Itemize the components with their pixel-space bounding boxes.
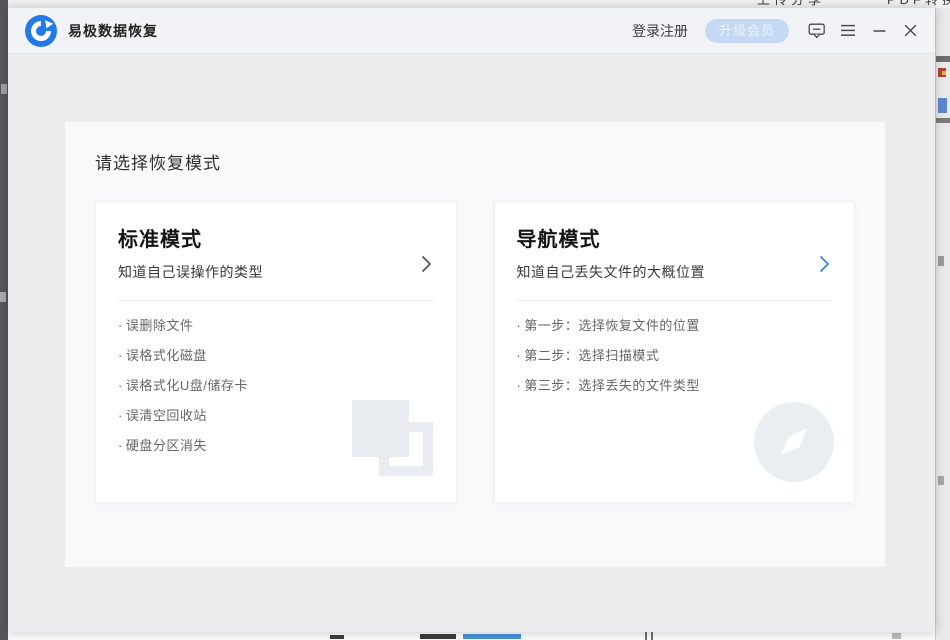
list-item: 误格式化磁盘 [118, 347, 434, 364]
background-fragment: 上传分享 [757, 0, 841, 8]
background-fragment: PDF转换王 [887, 0, 950, 8]
hamburger-menu-icon [840, 24, 856, 37]
card-title: 导航模式 [517, 223, 799, 252]
background-window-right-sliver [935, 8, 950, 640]
background-fragment [892, 633, 901, 639]
upgrade-member-button[interactable]: 升级会员 [705, 19, 789, 43]
background-window-top-sliver: 上传分享 PDF转换王 [8, 0, 950, 8]
list-item: 误格式化U盘/储存卡 [118, 377, 434, 394]
card-header: 导航模式 知道自己丢失文件的大概位置 [517, 223, 833, 282]
app-title: 易极数据恢复 [68, 21, 158, 41]
minimize-button[interactable] [866, 18, 892, 44]
background-fragment [1, 84, 7, 94]
chevron-right-icon[interactable] [421, 255, 432, 273]
overlapping-squares-watermark-icon [352, 400, 434, 478]
list-item: 第一步：选择恢复文件的位置 [517, 317, 833, 334]
background-fragment [645, 632, 647, 640]
mode-cards: 标准模式 知道自己误操作的类型 误删除文件 误格式化磁盘 误格式化U盘/储存卡 … [95, 201, 855, 503]
chevron-right-icon[interactable] [819, 255, 830, 273]
titlebar: 易极数据恢复 登录注册 升级会员 [8, 8, 935, 54]
card-header: 标准模式 知道自己误操作的类型 [118, 223, 434, 282]
background-window-left-sliver [0, 0, 8, 640]
card-subtitle: 知道自己丢失文件的大概位置 [517, 262, 799, 282]
background-fragment [420, 634, 456, 639]
background-window-bottom-sliver [8, 632, 935, 640]
desktop-background: 上传分享 PDF转换王 易极数据恢复 登录注册 升 [0, 0, 950, 640]
app-window: 易极数据恢复 登录注册 升级会员 [8, 8, 935, 632]
list-item: 误删除文件 [118, 317, 434, 334]
background-fragment [938, 98, 947, 113]
card-subtitle: 知道自己误操作的类型 [118, 262, 400, 282]
standard-mode-card[interactable]: 标准模式 知道自己误操作的类型 误删除文件 误格式化磁盘 误格式化U盘/储存卡 … [95, 201, 457, 503]
background-fragment [938, 68, 946, 77]
background-fragment [938, 476, 944, 485]
divider [118, 300, 434, 301]
background-fragment [936, 56, 950, 62]
compass-watermark-icon [754, 402, 834, 482]
background-fragment [0, 292, 6, 302]
divider [517, 300, 833, 301]
feedback-icon [808, 23, 826, 39]
close-button[interactable] [897, 18, 923, 44]
background-fragment [936, 118, 950, 123]
steps-list: 第一步：选择恢复文件的位置 第二步：选择扫描模式 第三步：选择丢失的文件类型 [517, 317, 833, 394]
list-item: 第二步：选择扫描模式 [517, 347, 833, 364]
menu-button[interactable] [835, 18, 861, 44]
login-register-link[interactable]: 登录注册 [632, 21, 688, 41]
background-fragment [330, 635, 344, 639]
background-fragment [938, 256, 944, 266]
app-logo-icon [25, 15, 57, 47]
close-icon [904, 24, 917, 37]
page-title: 请选择恢复模式 [95, 149, 855, 174]
background-fragment [463, 634, 521, 639]
mode-selection-panel: 请选择恢复模式 标准模式 知道自己误操作的类型 误删 [65, 122, 885, 567]
minimize-icon [873, 24, 886, 37]
card-title: 标准模式 [118, 223, 400, 252]
feedback-button[interactable] [804, 18, 830, 44]
background-fragment [651, 632, 653, 640]
navigation-mode-card[interactable]: 导航模式 知道自己丢失文件的大概位置 第一步：选择恢复文件的位置 第二步：选择扫… [494, 201, 856, 503]
list-item: 第三步：选择丢失的文件类型 [517, 377, 833, 394]
window-body: 请选择恢复模式 标准模式 知道自己误操作的类型 误删 [8, 54, 935, 631]
